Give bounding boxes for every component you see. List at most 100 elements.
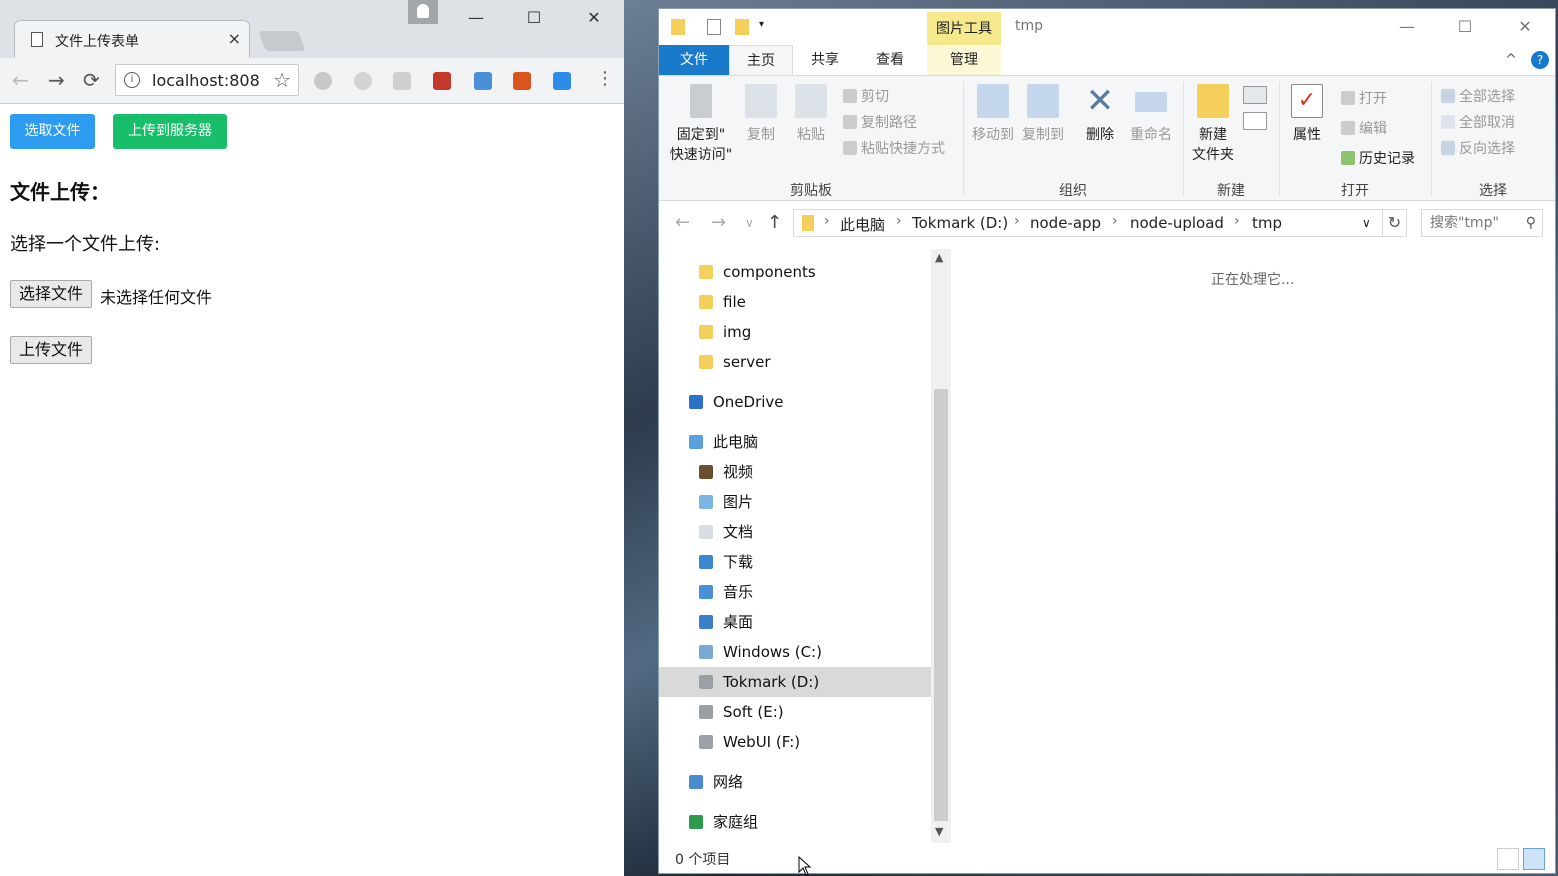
edit-button[interactable]: 编辑 — [1341, 118, 1387, 138]
nav-item[interactable]: 家庭组 — [659, 807, 931, 837]
delete-button[interactable]: ✕ 删除 — [1079, 84, 1121, 144]
properties-button[interactable]: ✓ 属性 — [1285, 84, 1329, 144]
nav-item[interactable]: components — [659, 257, 931, 287]
file-list-pane[interactable]: 正在处理它... — [951, 249, 1555, 843]
nav-item[interactable]: Windows (C:) — [659, 637, 931, 667]
info-icon[interactable]: i — [124, 72, 140, 88]
easy-access-icon[interactable] — [1243, 112, 1267, 130]
nav-item[interactable]: server — [659, 347, 931, 377]
translator-extension-icon[interactable] — [553, 72, 571, 90]
maximize-button[interactable]: ☐ — [524, 8, 544, 27]
breadcrumb-item[interactable]: tmp — [1252, 214, 1282, 232]
forward-button[interactable]: → — [48, 68, 65, 92]
extension-icon[interactable] — [354, 72, 372, 90]
nav-item[interactable]: 音乐 — [659, 577, 931, 607]
tab-view[interactable]: 查看 — [857, 45, 923, 75]
customize-toolbar-icon[interactable]: ▾ — [759, 19, 773, 35]
breadcrumb[interactable]: › 此电脑 › Tokmark (D:) › node-app › node-u… — [793, 209, 1383, 237]
paste-shortcut-label: 粘贴快捷方式 — [861, 141, 945, 157]
copy-button[interactable]: 复制 — [741, 84, 781, 144]
nav-item[interactable]: 网络 — [659, 767, 931, 797]
search-input[interactable]: 搜索"tmp" ⚲ — [1421, 209, 1543, 237]
refresh-button[interactable]: ↻ — [1383, 209, 1407, 237]
extension-icon[interactable] — [314, 72, 332, 90]
nav-item[interactable]: 此电脑 — [659, 427, 931, 457]
help-icon[interactable]: ? — [1531, 51, 1549, 69]
breadcrumb-item[interactable]: Tokmark (D:) — [912, 214, 1008, 232]
cut-button[interactable]: 剪切 — [843, 86, 889, 106]
nav-item[interactable]: 视频 — [659, 457, 931, 487]
upload-file-button[interactable]: 上传文件 — [10, 336, 93, 364]
tab-manage[interactable]: 管理 — [927, 45, 1001, 75]
close-button[interactable]: ✕ — [1515, 17, 1535, 36]
chrome-window: 文件上传表单 × — ☐ ✕ ← → ⟳ i localhost:808 ☆ ⋮… — [0, 0, 624, 876]
copy-path-button[interactable]: 复制路径 — [843, 112, 917, 132]
paste-shortcut-button[interactable]: 粘贴快捷方式 — [843, 138, 945, 158]
back-button[interactable]: ← — [675, 212, 690, 233]
tab-share[interactable]: 共享 — [793, 45, 857, 75]
collapse-ribbon-icon[interactable]: ^ — [1501, 45, 1521, 75]
paste-button[interactable]: 粘贴 — [791, 84, 831, 144]
properties-check-icon[interactable] — [707, 19, 721, 35]
nav-item[interactable]: Soft (E:) — [659, 697, 931, 727]
breadcrumb-item[interactable]: 此电脑 — [840, 214, 885, 235]
breadcrumb-item[interactable]: node-upload — [1130, 214, 1224, 232]
recent-locations-button[interactable]: ∨ — [745, 216, 754, 230]
scroll-up-icon[interactable]: ▲ — [935, 251, 943, 264]
nav-item[interactable]: 图片 — [659, 487, 931, 517]
back-button[interactable]: ← — [12, 68, 29, 92]
maximize-button[interactable]: ☐ — [1455, 17, 1475, 36]
nav-item[interactable]: Tokmark (D:) — [659, 667, 931, 697]
scrollbar-thumb[interactable] — [934, 389, 948, 821]
new-folder-button[interactable]: 新建 文件夹 — [1187, 84, 1239, 164]
upload-to-server-button[interactable]: 上传到服务器 — [113, 114, 227, 149]
minimize-button[interactable]: — — [466, 8, 486, 27]
nav-item[interactable]: OneDrive — [659, 387, 931, 417]
close-button[interactable]: ✕ — [584, 8, 604, 27]
tab-file[interactable]: 文件 — [659, 45, 729, 75]
invert-selection-button[interactable]: 反向选择 — [1441, 138, 1515, 158]
choose-file-button[interactable]: 选择文件 — [10, 280, 93, 308]
history-button[interactable]: 历史记录 — [1341, 148, 1415, 168]
minimize-button[interactable]: — — [1397, 17, 1417, 36]
bookmark-star-icon[interactable]: ☆ — [273, 68, 291, 92]
extension-icon[interactable] — [433, 72, 451, 90]
scroll-down-icon[interactable]: ▼ — [935, 825, 943, 838]
tab-close-icon[interactable]: × — [228, 29, 241, 48]
select-file-button[interactable]: 选取文件 — [10, 114, 95, 149]
nav-item[interactable]: 桌面 — [659, 607, 931, 637]
office-extension-icon[interactable] — [513, 72, 531, 90]
address-bar[interactable]: i localhost:808 ☆ — [115, 64, 299, 96]
translate-extension-icon[interactable] — [474, 72, 492, 90]
details-view-icon[interactable] — [1497, 848, 1519, 870]
up-button[interactable]: ↑ — [767, 212, 782, 233]
select-all-icon — [1441, 89, 1455, 103]
select-none-button[interactable]: 全部取消 — [1441, 112, 1515, 132]
open-button[interactable]: 打开 — [1341, 88, 1387, 108]
nav-item[interactable]: img — [659, 317, 931, 347]
profile-button[interactable] — [408, 0, 438, 24]
extension-icon[interactable] — [393, 72, 411, 90]
pin-quick-access-button[interactable]: 固定到" 快速访问" — [667, 84, 735, 164]
chrome-menu-icon[interactable]: ⋮ — [596, 68, 614, 89]
forward-button[interactable]: → — [711, 212, 726, 233]
nav-item[interactable]: WebUI (F:) — [659, 727, 931, 757]
select-all-button[interactable]: 全部选择 — [1441, 86, 1515, 106]
explorer-titlebar: ▾ 图片工具 tmp — ☐ ✕ — [659, 9, 1555, 46]
reload-button[interactable]: ⟳ — [83, 68, 100, 92]
breadcrumb-item[interactable]: node-app — [1030, 214, 1101, 232]
new-tab-button[interactable] — [258, 31, 306, 51]
large-icons-view-icon[interactable] — [1523, 848, 1545, 870]
rename-button[interactable]: 重命名 — [1127, 84, 1175, 144]
nav-item[interactable]: file — [659, 287, 931, 317]
nav-item[interactable]: 下载 — [659, 547, 931, 577]
copy-to-button[interactable]: 复制到 — [1019, 84, 1067, 144]
browser-tab[interactable]: 文件上传表单 × — [14, 20, 250, 58]
move-to-button[interactable]: 移动到 — [969, 84, 1017, 144]
tab-home[interactable]: 主页 — [729, 45, 793, 75]
address-dropdown-icon[interactable]: ∨ — [1362, 216, 1371, 230]
new-item-icon[interactable] — [1243, 86, 1267, 104]
new-folder-icon[interactable] — [735, 19, 749, 35]
nav-item[interactable]: 文档 — [659, 517, 931, 547]
navigation-scrollbar[interactable]: ▲ ▼ — [931, 249, 951, 843]
